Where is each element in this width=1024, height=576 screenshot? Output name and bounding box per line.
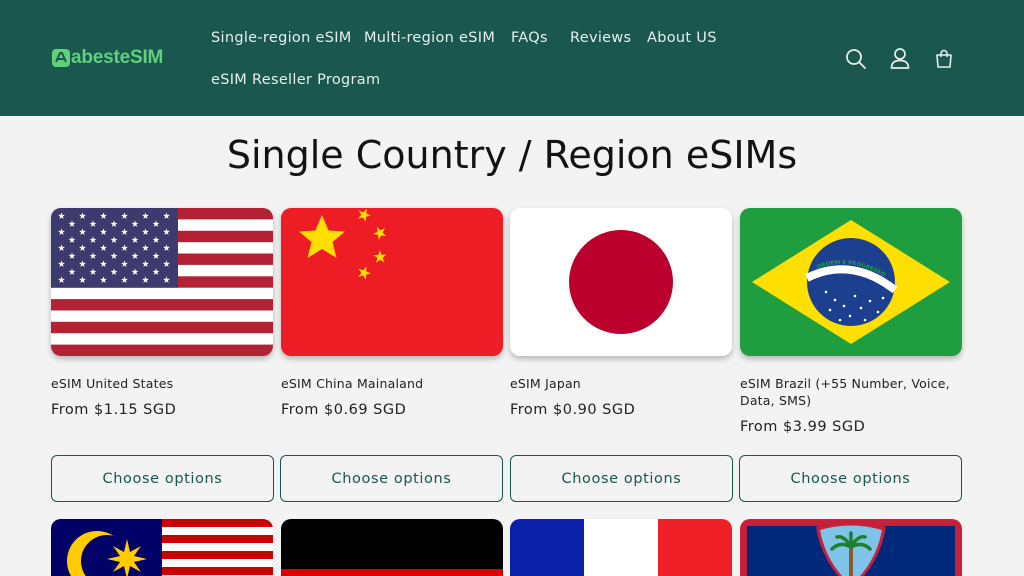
product-price: From $0.69 SGD — [281, 402, 407, 418]
fr-flag-icon — [510, 519, 732, 576]
account-icon[interactable] — [888, 46, 912, 70]
choose-options-button[interactable]: Choose options — [280, 455, 503, 502]
nav-single-region-esim[interactable]: Single-region eSIM — [211, 28, 352, 48]
search-icon[interactable] — [844, 47, 868, 71]
product-image-br[interactable]: ORDEM E PROGRESSO — [740, 208, 962, 356]
logo-text: abesteSIM — [71, 47, 164, 68]
product-price: From $0.90 SGD — [510, 402, 636, 418]
us-flag-icon — [51, 208, 273, 356]
logo-icon — [52, 49, 70, 67]
choose-options-button[interactable]: Choose options — [51, 455, 274, 502]
product-image-fr[interactable] — [510, 519, 732, 576]
site-logo[interactable]: abesteSIM — [52, 48, 163, 68]
nav-reviews[interactable]: Reviews — [570, 28, 631, 48]
product-price: From $3.99 SGD — [740, 419, 866, 435]
nav-esim-reseller-program[interactable]: eSIM Reseller Program — [211, 70, 380, 90]
de-flag-icon — [281, 519, 503, 576]
product-image-cn[interactable] — [281, 208, 503, 356]
choose-options-button[interactable]: Choose options — [739, 455, 962, 502]
cart-icon[interactable] — [932, 47, 956, 71]
page-title: Single Country / Region eSIMs — [226, 133, 798, 177]
product-name[interactable]: eSIM Brazil (+55 Number, Voice, Data, SM… — [740, 375, 962, 409]
nav-faqs[interactable]: FAQs — [511, 28, 548, 48]
choose-options-button[interactable]: Choose options — [510, 455, 733, 502]
jp-flag-icon — [510, 208, 732, 356]
br-flag-icon: ORDEM E PROGRESSO — [740, 208, 962, 356]
product-image-jp[interactable] — [510, 208, 732, 356]
site-header: abesteSIM Single-region eSIM Multi-regio… — [0, 0, 1024, 116]
gu-flag-icon — [740, 519, 962, 576]
product-price: From $1.15 SGD — [51, 402, 177, 418]
product-name[interactable]: eSIM United States — [51, 375, 273, 392]
product-name[interactable]: eSIM Japan — [510, 375, 732, 392]
product-image-my[interactable] — [51, 519, 273, 576]
my-flag-icon — [51, 519, 273, 576]
nav-about-us[interactable]: About US — [647, 28, 717, 48]
product-image-us[interactable] — [51, 208, 273, 356]
product-name[interactable]: eSIM China Mainaland — [281, 375, 503, 392]
cn-flag-icon — [281, 208, 503, 356]
nav-multi-region-esim[interactable]: Multi-region eSIM — [364, 28, 495, 48]
product-image-de[interactable] — [281, 519, 503, 576]
product-image-gu[interactable] — [740, 519, 962, 576]
